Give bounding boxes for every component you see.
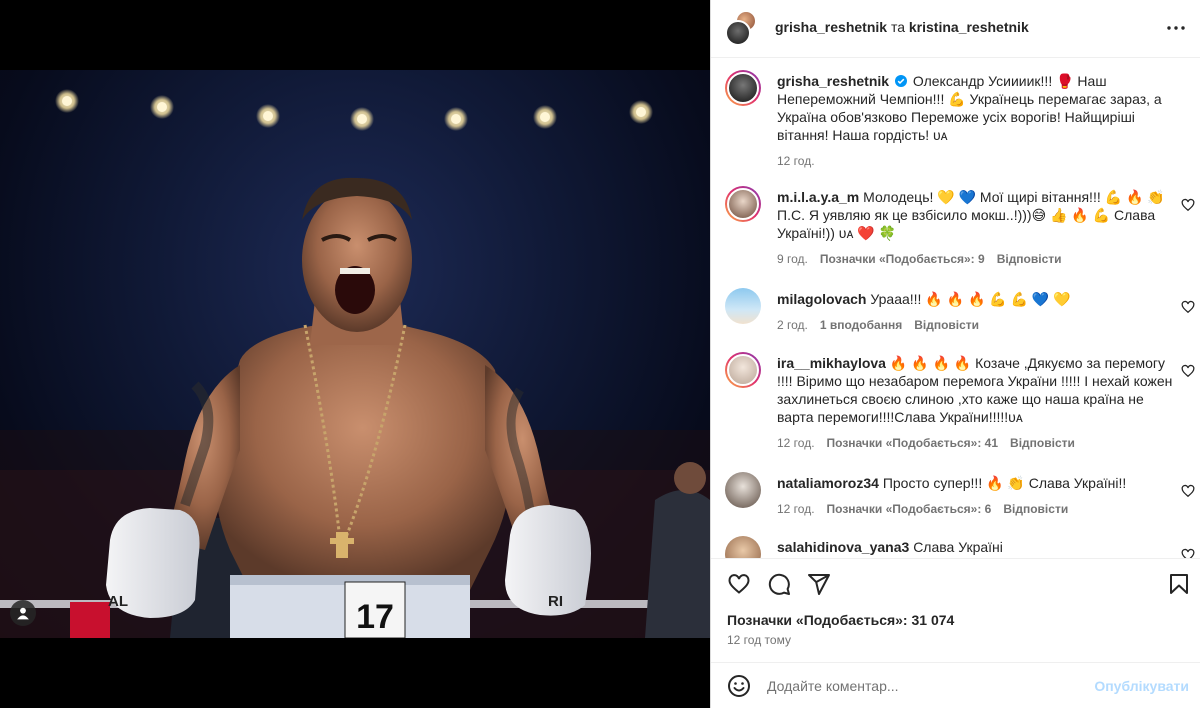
avatar[interactable] bbox=[725, 472, 761, 508]
reply-button[interactable]: Відповісти bbox=[1010, 434, 1075, 452]
post-comment-button[interactable]: Опублікувати bbox=[1094, 678, 1189, 694]
avatar[interactable] bbox=[725, 352, 761, 388]
comment-username[interactable]: salahidinova_yana3 bbox=[777, 539, 909, 555]
user-icon bbox=[17, 607, 29, 620]
caption-username[interactable]: grisha_reshetnik bbox=[777, 73, 889, 89]
comments-list[interactable]: grisha_reshetnik Олександр Усиииик!!! 🥊 … bbox=[711, 58, 1200, 558]
comment-text: Просто супер!!! 🔥 👏 Слава Україні!! bbox=[882, 475, 1127, 491]
more-options-button[interactable] bbox=[1165, 17, 1187, 39]
like-comment-icon[interactable] bbox=[1181, 364, 1195, 378]
comment-time[interactable]: 9 год. bbox=[777, 250, 808, 268]
like-comment-icon[interactable] bbox=[1181, 198, 1195, 212]
like-comment-icon[interactable] bbox=[1181, 484, 1195, 498]
emoji-icon[interactable] bbox=[727, 674, 751, 698]
share-icon[interactable] bbox=[807, 572, 831, 596]
collab-avatars[interactable] bbox=[725, 10, 759, 46]
comment-time[interactable]: 12 год. bbox=[777, 500, 815, 518]
post-header: grisha_reshetnik та kristina_reshetnik bbox=[711, 0, 1200, 58]
comment-likes[interactable]: 1 вподобання bbox=[820, 316, 902, 334]
comment-username[interactable]: ira__mikhaylova bbox=[777, 355, 886, 371]
arena-lights bbox=[55, 89, 653, 131]
comment-icon[interactable] bbox=[767, 572, 791, 596]
avatar[interactable] bbox=[725, 186, 761, 222]
post-photo[interactable]: 17 AL RI bbox=[0, 70, 710, 638]
comment-username[interactable]: milagolovach bbox=[777, 291, 866, 307]
post-time[interactable]: 12 год тому bbox=[727, 633, 791, 647]
comment-composer: Опублікувати bbox=[711, 662, 1200, 708]
comment-text: Урааа!!! 🔥 🔥 🔥 💪 💪 💙 💛 bbox=[870, 291, 1071, 307]
verified-badge-icon bbox=[894, 75, 907, 87]
trunks-number: 17 bbox=[356, 598, 394, 636]
glove-left-text: AL bbox=[108, 593, 128, 610]
reply-button[interactable]: Відповісти bbox=[1003, 500, 1068, 518]
comment-input[interactable] bbox=[767, 674, 1087, 698]
avatar[interactable] bbox=[725, 536, 761, 558]
author-username-link[interactable]: grisha_reshetnik bbox=[775, 19, 887, 35]
save-bookmark-icon[interactable] bbox=[1167, 572, 1191, 596]
comment-likes[interactable]: Позначки «Подобається»: 9 bbox=[820, 250, 985, 268]
author-username-link[interactable]: kristina_reshetnik bbox=[909, 19, 1029, 35]
reply-button[interactable]: Відповісти bbox=[914, 316, 979, 334]
post-likes-count[interactable]: Позначки «Подобається»: 31 074 bbox=[727, 612, 954, 628]
avatar[interactable] bbox=[725, 20, 751, 46]
boxer-illustration: 17 AL RI bbox=[0, 89, 710, 638]
comment-text: Слава Україні bbox=[913, 539, 1003, 555]
comment-likes[interactable]: Позначки «Подобається»: 41 bbox=[827, 434, 998, 452]
like-comment-icon[interactable] bbox=[1181, 548, 1195, 558]
post-action-bar bbox=[711, 558, 1200, 608]
comment-username[interactable]: m.i.l.a.y.a_m bbox=[777, 189, 859, 205]
caption-time[interactable]: 12 год. bbox=[777, 152, 815, 170]
author-conjunction: та bbox=[890, 19, 905, 35]
more-icon bbox=[1167, 26, 1185, 30]
like-icon[interactable] bbox=[727, 572, 751, 596]
avatar[interactable] bbox=[725, 288, 761, 324]
like-comment-icon[interactable] bbox=[1181, 300, 1195, 314]
glove-right-text: RI bbox=[548, 593, 563, 610]
post-authors: grisha_reshetnik та kristina_reshetnik bbox=[775, 19, 1029, 35]
reply-button[interactable]: Відповісти bbox=[997, 250, 1062, 268]
tagged-people-button[interactable] bbox=[10, 600, 36, 626]
post-media[interactable]: 17 AL RI bbox=[0, 0, 710, 708]
comment-time[interactable]: 2 год. bbox=[777, 316, 808, 334]
post-side-panel: grisha_reshetnik та kristina_reshetnik g… bbox=[710, 0, 1200, 708]
comment-likes[interactable]: Позначки «Подобається»: 6 bbox=[827, 500, 992, 518]
comment-username[interactable]: nataliamoroz34 bbox=[777, 475, 879, 491]
comment-time[interactable]: 12 год. bbox=[777, 434, 815, 452]
avatar[interactable] bbox=[725, 70, 761, 106]
